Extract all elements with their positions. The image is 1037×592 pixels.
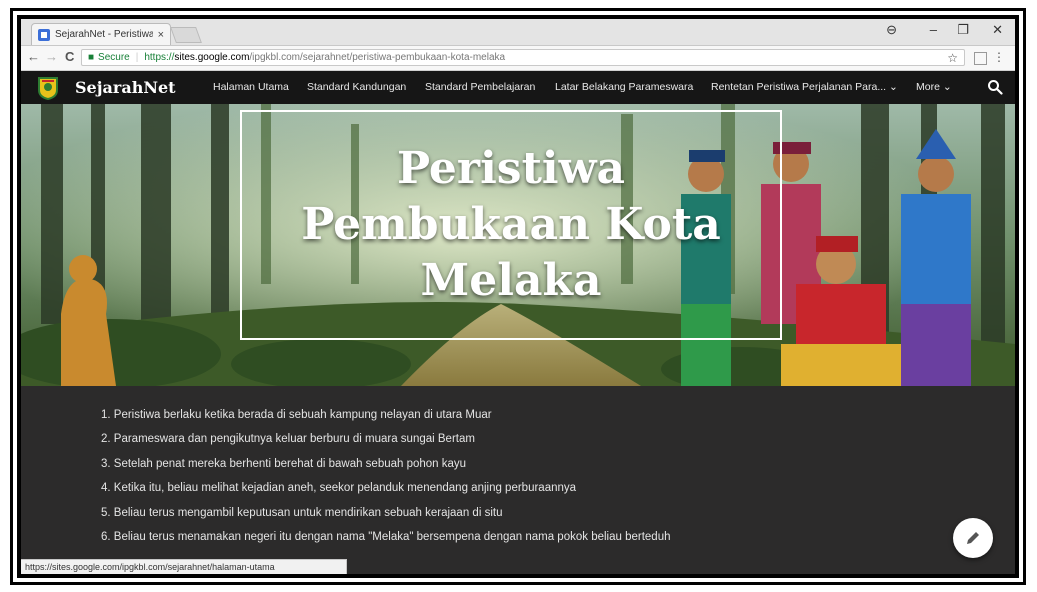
- back-button[interactable]: ←: [27, 49, 40, 64]
- site-favicon-icon: [38, 28, 50, 41]
- minimize-button[interactable]: –: [930, 22, 937, 37]
- status-bar-url: https://sites.google.com/ipgkbl.com/seja…: [21, 559, 347, 574]
- new-tab-button[interactable]: [170, 27, 202, 43]
- address-toolbar: ← → C ■ Secure | https:// sites.google.c…: [21, 46, 1015, 71]
- hero-banner: Peristiwa Pembukaan Kota Melaka: [21, 104, 1015, 386]
- secure-label: Secure: [98, 52, 130, 63]
- nav-more[interactable]: More ⌄: [916, 81, 952, 93]
- nav-latar-belakang[interactable]: Latar Belakang Parameswara: [555, 81, 693, 93]
- account-icon[interactable]: ⊖: [886, 22, 897, 38]
- forward-button[interactable]: →: [45, 49, 58, 64]
- main-content: 1. Peristiwa berlaku ketika berada di se…: [21, 386, 1015, 574]
- reload-button[interactable]: C: [65, 49, 74, 64]
- url-host: sites.google.com: [174, 52, 250, 63]
- list-item: 6. Beliau terus menamakan negeri itu den…: [101, 530, 671, 543]
- close-window-button[interactable]: ✕: [992, 22, 1003, 38]
- search-icon[interactable]: [987, 79, 1003, 95]
- browser-window: SejarahNet - Peristiwa Pe × ⊖ – ❐ ✕ ← → …: [21, 19, 1015, 574]
- list-item: 1. Peristiwa berlaku ketika berada di se…: [101, 409, 492, 421]
- frame-inner-border: SejarahNet - Peristiwa Pe × ⊖ – ❐ ✕ ← → …: [17, 15, 1019, 578]
- tab-title: SejarahNet - Peristiwa Pe: [55, 29, 153, 40]
- list-item: 5. Beliau terus mengambil keputusan untu…: [101, 506, 503, 519]
- event-list: 1. Peristiwa berlaku ketika berada di se…: [101, 403, 670, 549]
- tab-strip: SejarahNet - Peristiwa Pe × ⊖ – ❐ ✕: [21, 19, 1015, 46]
- bookmark-star-icon[interactable]: ☆: [947, 51, 958, 65]
- browser-tab[interactable]: SejarahNet - Peristiwa Pe ×: [31, 23, 171, 45]
- url-separator: |: [135, 52, 139, 63]
- pencil-icon: [967, 532, 979, 544]
- tab-close-icon[interactable]: ×: [158, 29, 164, 41]
- hero-title-box: Peristiwa Pembukaan Kota Melaka: [240, 110, 782, 340]
- url-path: /ipgkbl.com/sejarahnet/peristiwa-pembuka…: [249, 52, 506, 63]
- screenshot-frame: SejarahNet - Peristiwa Pe × ⊖ – ❐ ✕ ← → …: [10, 8, 1026, 585]
- frame-border: SejarahNet - Peristiwa Pe × ⊖ – ❐ ✕ ← → …: [13, 11, 1023, 582]
- url-scheme: https://: [144, 52, 175, 63]
- nav-halaman-utama[interactable]: Halaman Utama: [213, 81, 289, 93]
- site-header: SejarahNet Halaman Utama Standard Kandun…: [21, 71, 1015, 104]
- nav-standard-kandungan[interactable]: Standard Kandungan: [307, 81, 406, 93]
- list-item: 4. Ketika itu, beliau melihat kejadian a…: [101, 482, 577, 495]
- browser-menu-icon[interactable]: ⋮: [993, 50, 1005, 64]
- url-bar[interactable]: ■ Secure | https:// sites.google.com /ip…: [81, 49, 965, 66]
- list-item: 3. Setelah penat mereka berhenti berehat…: [101, 457, 467, 470]
- extension-icon[interactable]: [974, 52, 987, 65]
- nav-standard-pembelajaran[interactable]: Standard Pembelajaran: [425, 81, 535, 93]
- page-title: Peristiwa Pembukaan Kota Melaka: [301, 143, 721, 306]
- site-brand[interactable]: SejarahNet: [75, 78, 176, 97]
- restore-button[interactable]: ❐: [957, 22, 969, 38]
- list-item: 2. Parameswara dan pengikutnya keluar be…: [101, 433, 475, 446]
- lock-icon: ■: [88, 52, 95, 63]
- site-logo-icon[interactable]: [37, 76, 59, 100]
- edit-button[interactable]: [953, 518, 993, 558]
- nav-rentetan-peristiwa[interactable]: Rentetan Peristiwa Perjalanan Para... ⌄: [711, 81, 898, 93]
